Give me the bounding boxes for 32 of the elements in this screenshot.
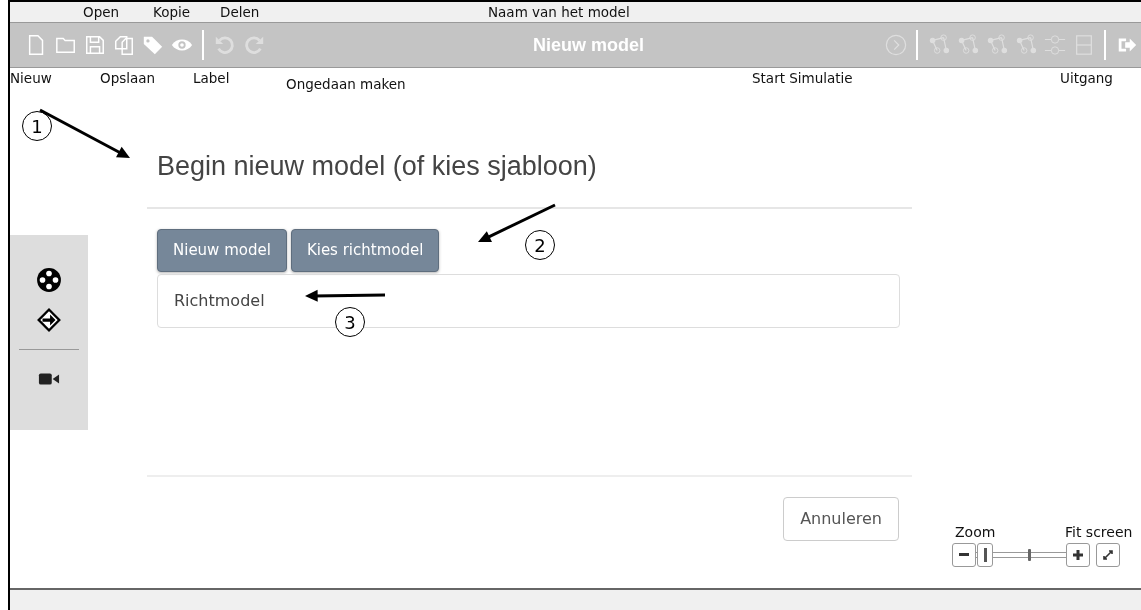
model-button[interactable]: Nieuw model bbox=[157, 229, 287, 272]
zoom-out-button[interactable] bbox=[952, 543, 976, 567]
model-button[interactable]: Kies richtmodel bbox=[290, 229, 440, 272]
zoom-slider[interactable] bbox=[976, 543, 1066, 567]
tag-icon[interactable] bbox=[141, 34, 164, 56]
fit-screen-button[interactable] bbox=[1096, 543, 1120, 567]
expand-icon bbox=[1101, 548, 1115, 562]
save-icon[interactable] bbox=[83, 34, 106, 56]
annotation-label: Opslaan bbox=[100, 70, 156, 86]
annotation-label: Open bbox=[83, 4, 120, 20]
callout-number: 1 bbox=[22, 111, 52, 141]
zoom-thumb[interactable] bbox=[977, 543, 993, 567]
callout-number: 3 bbox=[335, 307, 365, 337]
copy-icon[interactable] bbox=[112, 34, 135, 56]
annotation-label: Uitgang bbox=[1060, 70, 1113, 86]
annotation-label: Ongedaan maken bbox=[286, 76, 406, 92]
model-name: Nieuw model bbox=[533, 34, 644, 55]
annotation-label: Start Simulatie bbox=[752, 70, 853, 86]
zoom-in-button[interactable] bbox=[1066, 543, 1090, 567]
annotation-label: Naam van het model bbox=[488, 4, 630, 20]
annotation-label: Kopie bbox=[153, 4, 191, 20]
dialog-title: Begin nieuw model (of kies sjabloon) bbox=[157, 150, 598, 183]
callout-number: 2 bbox=[525, 230, 555, 260]
plus-icon bbox=[1071, 548, 1085, 562]
fit-screen-label: Fit screen bbox=[1065, 523, 1133, 542]
annotation-label: Nieuw bbox=[10, 70, 52, 86]
zoom-label: Zoom bbox=[955, 523, 996, 542]
film-reel-icon[interactable] bbox=[36, 267, 62, 293]
diamond-arrow-icon[interactable] bbox=[36, 307, 62, 333]
annotation-label: Label bbox=[193, 70, 230, 86]
annotation-label: Delen bbox=[220, 4, 260, 20]
cancel-button[interactable]: Annuleren bbox=[783, 497, 899, 541]
